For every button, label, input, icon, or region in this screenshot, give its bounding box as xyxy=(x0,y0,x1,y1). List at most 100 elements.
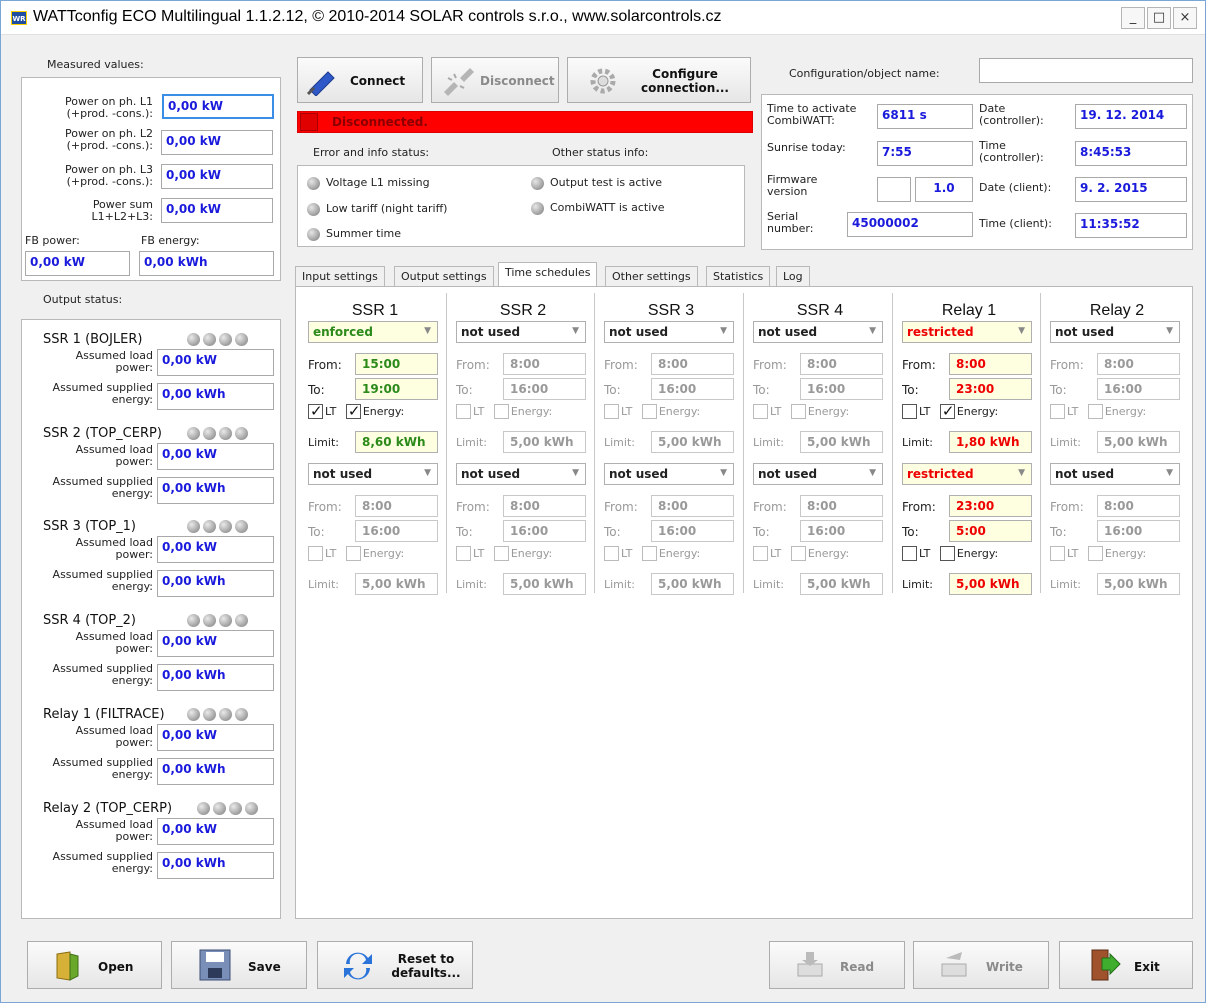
energy-checkbox[interactable] xyxy=(641,546,657,561)
mode-select[interactable]: not used ▼ xyxy=(604,463,734,485)
tab-log[interactable]: Log xyxy=(776,266,810,287)
energy-limit-input[interactable]: 5,00 kWh xyxy=(503,573,586,595)
to-time-input[interactable]: 16:00 xyxy=(1097,520,1180,542)
from-time-input[interactable]: 15:00 xyxy=(355,353,438,375)
exit-button[interactable]: Exit xyxy=(1059,941,1193,989)
energy-checkbox[interactable] xyxy=(493,546,509,561)
configure-connection-button[interactable]: Configure connection... xyxy=(567,57,751,103)
energy-limit-input[interactable]: 5,00 kWh xyxy=(503,431,586,453)
assumed-energy-value[interactable]: 0,00 kWh xyxy=(157,477,274,504)
sunrise-value[interactable]: 7:55 xyxy=(877,141,973,166)
energy-checkbox[interactable] xyxy=(1087,546,1103,561)
energy-limit-input[interactable]: 5,00 kWh xyxy=(1097,431,1180,453)
to-time-input[interactable]: 16:00 xyxy=(800,520,883,542)
lt-checkbox[interactable] xyxy=(753,404,768,419)
assumed-load-value[interactable]: 0,00 kW xyxy=(157,630,274,657)
mode-select[interactable]: not used ▼ xyxy=(1050,321,1180,343)
power-sum-value[interactable]: 0,00 kW xyxy=(161,198,273,223)
energy-checkbox[interactable] xyxy=(790,546,806,561)
energy-limit-input[interactable]: 5,00 kWh xyxy=(800,573,883,595)
lt-checkbox[interactable] xyxy=(1050,546,1065,561)
from-time-input[interactable]: 8:00 xyxy=(651,495,734,517)
energy-limit-input[interactable]: 8,60 kWh xyxy=(355,431,438,453)
close-button[interactable]: × xyxy=(1173,7,1197,29)
assumed-energy-value[interactable]: 0,00 kWh xyxy=(157,758,274,785)
lt-checkbox[interactable] xyxy=(902,546,917,561)
from-time-input[interactable]: 23:00 xyxy=(949,495,1032,517)
mode-select[interactable]: not used ▼ xyxy=(456,321,586,343)
connect-button[interactable]: Connect xyxy=(297,57,423,103)
lt-checkbox[interactable] xyxy=(604,404,619,419)
mode-select[interactable]: restricted ▼ xyxy=(902,321,1032,343)
lt-checkbox[interactable] xyxy=(308,402,323,420)
energy-limit-input[interactable]: 5,00 kWh xyxy=(355,573,438,595)
lt-checkbox[interactable] xyxy=(604,546,619,561)
disconnect-button[interactable]: Disconnect xyxy=(431,57,559,103)
mode-select[interactable]: not used ▼ xyxy=(1050,463,1180,485)
mode-select[interactable]: not used ▼ xyxy=(308,463,438,485)
assumed-load-value[interactable]: 0,00 kW xyxy=(157,349,274,376)
to-time-input[interactable]: 16:00 xyxy=(355,520,438,542)
mode-select[interactable]: enforced ▼ xyxy=(308,321,438,343)
energy-limit-input[interactable]: 5,00 kWh xyxy=(949,573,1032,595)
from-time-input[interactable]: 8:00 xyxy=(800,353,883,375)
lt-checkbox[interactable] xyxy=(902,404,917,419)
mode-select[interactable]: not used ▼ xyxy=(604,321,734,343)
time-controller-value[interactable]: 8:45:53 xyxy=(1075,141,1187,166)
energy-limit-input[interactable]: 5,00 kWh xyxy=(1097,573,1180,595)
power-l3-value[interactable]: 0,00 kW xyxy=(161,164,273,189)
lt-checkbox[interactable] xyxy=(1050,404,1065,419)
mode-select[interactable]: not used ▼ xyxy=(456,463,586,485)
mode-select[interactable]: not used ▼ xyxy=(753,463,883,485)
energy-limit-input[interactable]: 5,00 kWh xyxy=(651,431,734,453)
object-name-input[interactable] xyxy=(979,58,1193,83)
tab-time-schedules[interactable]: Time schedules xyxy=(498,262,598,286)
to-time-input[interactable]: 19:00 xyxy=(355,378,438,400)
energy-checkbox[interactable] xyxy=(493,404,509,419)
mode-select[interactable]: not used ▼ xyxy=(753,321,883,343)
assumed-energy-value[interactable]: 0,00 kWh xyxy=(157,570,274,597)
from-time-input[interactable]: 8:00 xyxy=(355,495,438,517)
to-time-input[interactable]: 16:00 xyxy=(1097,378,1180,400)
write-button[interactable]: Write xyxy=(913,941,1049,989)
energy-checkbox[interactable] xyxy=(790,404,806,419)
assumed-load-value[interactable]: 0,00 kW xyxy=(157,724,274,751)
to-time-input[interactable]: 16:00 xyxy=(503,520,586,542)
date-client-value[interactable]: 9. 2. 2015 xyxy=(1075,177,1187,202)
from-time-input[interactable]: 8:00 xyxy=(503,353,586,375)
tab-statistics[interactable]: Statistics xyxy=(706,266,771,287)
fb-energy-value[interactable]: 0,00 kWh xyxy=(139,251,274,276)
energy-checkbox[interactable] xyxy=(345,402,361,420)
energy-checkbox[interactable] xyxy=(345,546,361,561)
assumed-energy-value[interactable]: 0,00 kWh xyxy=(157,664,274,691)
reset-defaults-button[interactable]: Reset to defaults... xyxy=(317,941,473,989)
save-button[interactable]: Save xyxy=(171,941,307,989)
assumed-energy-value[interactable]: 0,00 kWh xyxy=(157,383,274,410)
lt-checkbox[interactable] xyxy=(456,546,471,561)
tab-other-settings[interactable]: Other settings xyxy=(605,266,698,287)
read-button[interactable]: Read xyxy=(769,941,905,989)
to-time-input[interactable]: 16:00 xyxy=(800,378,883,400)
to-time-input[interactable]: 16:00 xyxy=(503,378,586,400)
tab-input-settings[interactable]: Input settings xyxy=(295,266,385,287)
open-button[interactable]: Open xyxy=(27,941,162,989)
power-l2-value[interactable]: 0,00 kW xyxy=(161,130,273,155)
from-time-input[interactable]: 8:00 xyxy=(800,495,883,517)
mode-select[interactable]: restricted ▼ xyxy=(902,463,1032,485)
from-time-input[interactable]: 8:00 xyxy=(1097,353,1180,375)
from-time-input[interactable]: 8:00 xyxy=(651,353,734,375)
energy-checkbox[interactable] xyxy=(939,402,955,420)
power-l1-value[interactable]: 0,00 kW xyxy=(162,94,274,119)
energy-limit-input[interactable]: 5,00 kWh xyxy=(800,431,883,453)
energy-checkbox[interactable] xyxy=(641,404,657,419)
to-time-input[interactable]: 23:00 xyxy=(949,378,1032,400)
minimize-button[interactable]: _ xyxy=(1121,7,1145,29)
to-time-input[interactable]: 16:00 xyxy=(651,520,734,542)
time-client-value[interactable]: 11:35:52 xyxy=(1075,213,1187,238)
energy-limit-input[interactable]: 5,00 kWh xyxy=(651,573,734,595)
from-time-input[interactable]: 8:00 xyxy=(949,353,1032,375)
lt-checkbox[interactable] xyxy=(753,546,768,561)
from-time-input[interactable]: 8:00 xyxy=(1097,495,1180,517)
assumed-load-value[interactable]: 0,00 kW xyxy=(157,818,274,845)
to-time-input[interactable]: 5:00 xyxy=(949,520,1032,542)
